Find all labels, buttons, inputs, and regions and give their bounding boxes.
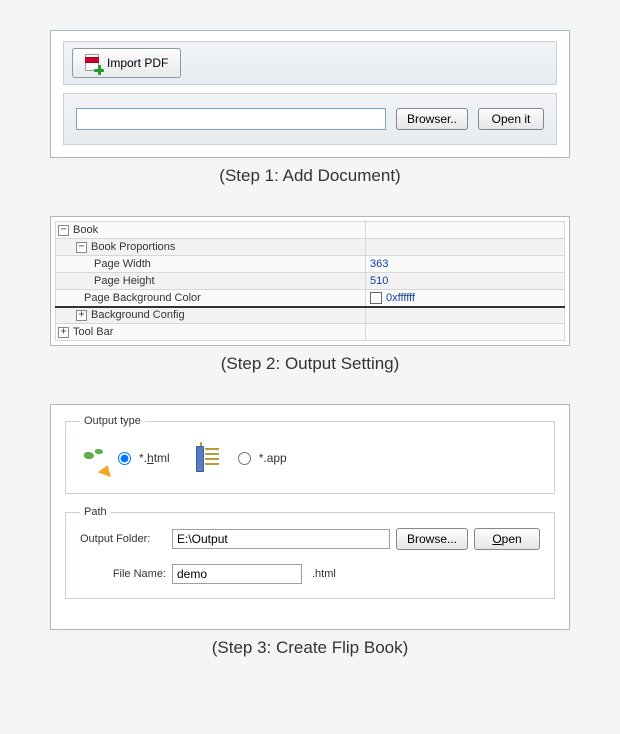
- tree-value[interactable]: 363: [370, 258, 388, 270]
- import-pdf-button[interactable]: Import PDF: [72, 48, 181, 78]
- tree-label: Tool Bar: [73, 326, 113, 338]
- tree-label: Page Height: [94, 275, 155, 287]
- settings-tree: −Book −Book Proportions Page Width 363 P…: [55, 221, 565, 341]
- tree-row-page-height[interactable]: Page Height 510: [56, 273, 565, 290]
- tree-value[interactable]: 510: [370, 275, 388, 287]
- output-type-app-radio[interactable]: [238, 452, 251, 465]
- step2-caption: (Step 2: Output Setting): [50, 354, 570, 374]
- output-type-legend: Output type: [80, 415, 145, 427]
- open-button[interactable]: Open: [474, 528, 540, 550]
- browser-button[interactable]: Browser..: [396, 108, 468, 130]
- tree-row-page-width[interactable]: Page Width 363: [56, 256, 565, 273]
- browse-button[interactable]: Browse...: [396, 528, 468, 550]
- tree-label: Page Background Color: [84, 292, 201, 304]
- output-type-app-option[interactable]: *.app: [200, 443, 287, 473]
- step3-caption: (Step 3: Create Flip Book): [50, 638, 570, 658]
- open-it-button[interactable]: Open it: [478, 108, 544, 130]
- app-package-icon: [200, 443, 230, 473]
- step1-toolbar: Import PDF: [63, 41, 557, 85]
- tree-row-bg-config[interactable]: + Background Config: [56, 307, 565, 324]
- color-swatch-icon[interactable]: [370, 292, 382, 304]
- pdf-add-icon: [85, 54, 101, 72]
- tree-row-page-bg-color[interactable]: Page Background Color 0xffffff: [56, 290, 565, 307]
- file-ext-label: .html: [312, 568, 336, 580]
- tree-row-book-proportions[interactable]: −Book Proportions: [56, 239, 565, 256]
- output-type-html-option[interactable]: *.html: [80, 443, 170, 473]
- step1-panel: Import PDF Browser.. Open it: [50, 30, 570, 158]
- tree-label: Book Proportions: [91, 241, 175, 253]
- output-type-group: Output type *.html *.app: [65, 415, 555, 494]
- expand-icon[interactable]: +: [58, 327, 69, 338]
- step2-panel: −Book −Book Proportions Page Width 363 P…: [50, 216, 570, 346]
- expand-icon[interactable]: +: [76, 310, 87, 321]
- step1-caption: (Step 1: Add Document): [50, 166, 570, 186]
- globe-icon: [80, 443, 110, 473]
- import-pdf-label: Import PDF: [107, 56, 168, 70]
- output-folder-input[interactable]: [172, 529, 390, 549]
- output-type-html-label: *.html: [139, 451, 170, 465]
- output-folder-label: Output Folder:: [80, 533, 166, 545]
- path-group: Path Output Folder: Browse... Open File …: [65, 506, 555, 599]
- step3-panel: Output type *.html *.app Path Output Fol…: [50, 404, 570, 630]
- tree-value[interactable]: 0xffffff: [386, 292, 415, 304]
- tree-label: Page Width: [94, 258, 151, 270]
- tree-row-book[interactable]: −Book: [56, 222, 565, 239]
- collapse-icon[interactable]: −: [58, 225, 69, 236]
- file-path-input[interactable]: [76, 108, 386, 130]
- tree-label: Book: [73, 224, 98, 236]
- tree-label: Background Config: [91, 309, 185, 321]
- tree-row-tool-bar[interactable]: + Tool Bar: [56, 324, 565, 341]
- step1-filerow: Browser.. Open it: [63, 93, 557, 145]
- path-legend: Path: [80, 506, 111, 518]
- file-name-input[interactable]: [172, 564, 302, 584]
- preview-swatch: [317, 437, 407, 479]
- file-name-label: File Name:: [102, 568, 166, 580]
- output-type-html-radio[interactable]: [118, 452, 131, 465]
- output-type-app-label: *.app: [259, 451, 287, 465]
- collapse-icon[interactable]: −: [76, 242, 87, 253]
